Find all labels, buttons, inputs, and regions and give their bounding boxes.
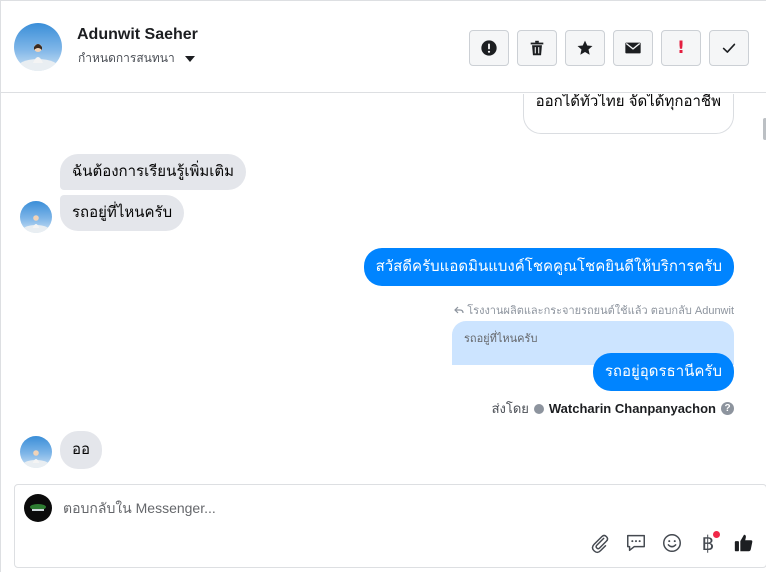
conversation-header: Adunwit Saeher กำหนดการสนทนา ! xyxy=(1,1,766,93)
inbox-conversation-panel: Adunwit Saeher กำหนดการสนทนา ! ออกได้ทั่… xyxy=(0,0,766,572)
contact-avatar[interactable] xyxy=(14,23,62,71)
caret-down-icon xyxy=(184,55,195,62)
alert-circle-icon xyxy=(481,40,497,56)
reply-input[interactable] xyxy=(63,495,743,521)
help-icon[interactable]: ? xyxy=(721,402,734,415)
emoji-button[interactable] xyxy=(660,531,684,555)
sent-by-line: ส่งโดย Watcharin Chanpanyachon ? xyxy=(492,398,734,419)
contact-name[interactable]: Adunwit Saeher xyxy=(77,26,198,44)
reply-context-meta: โรงงานผลิตและกระจายรถยนต์ใช้แล้ว ตอบกลับ… xyxy=(454,301,734,319)
header-actions: ! xyxy=(469,30,749,66)
notification-dot xyxy=(713,531,720,538)
saved-replies-button[interactable] xyxy=(624,531,648,555)
mark-done-button[interactable] xyxy=(709,30,749,66)
checkmark-icon xyxy=(722,43,736,53)
delete-button[interactable] xyxy=(517,30,557,66)
reply-arrow-icon xyxy=(454,306,464,314)
thumbs-up-icon xyxy=(734,534,753,552)
mark-unread-button[interactable] xyxy=(613,30,653,66)
follow-up-button[interactable]: ! xyxy=(661,30,701,66)
payment-button[interactable]: ฿ xyxy=(696,531,720,555)
message-bubble-incoming[interactable]: ออ xyxy=(60,431,103,469)
sent-by-name[interactable]: Watcharin Chanpanyachon xyxy=(549,401,716,416)
assign-conversation-dropdown[interactable]: กำหนดการสนทนา xyxy=(78,49,195,68)
trash-icon xyxy=(530,40,544,56)
contact-avatar-small xyxy=(20,201,52,233)
saved-reply-icon xyxy=(627,534,645,552)
page-avatar xyxy=(24,494,52,522)
message-bubble-incoming[interactable]: ฉันต้องการเรียนรู้เพิ่มเติม xyxy=(60,154,247,190)
message-bubble-outgoing[interactable]: รถอยู่อุดรธานีครับ xyxy=(592,353,734,391)
exclamation-icon: ! xyxy=(677,38,685,58)
star-button[interactable] xyxy=(565,30,605,66)
like-button[interactable] xyxy=(732,531,756,555)
contact-avatar-small xyxy=(20,436,52,468)
paperclip-icon xyxy=(591,534,609,554)
star-icon xyxy=(577,40,593,55)
composer-tools: ฿ xyxy=(588,531,756,555)
message-thread[interactable]: ออกได้ทั่วไทย จัดได้ทุกอาชีพ ฉันต้องการเ… xyxy=(1,94,766,482)
reply-context-text: โรงงานผลิตและกระจายรถยนต์ใช้แล้ว ตอบกลับ… xyxy=(467,305,734,317)
sent-by-prefix: ส่งโดย xyxy=(491,401,529,416)
message-bubble-incoming[interactable]: รถอยู่ที่ไหนครับ xyxy=(60,195,185,231)
attach-file-button[interactable] xyxy=(588,531,612,555)
envelope-icon xyxy=(625,42,641,54)
quoted-message-text: รถอยู่ที่ไหนครับ xyxy=(464,333,538,345)
assign-conversation-label: กำหนดการสนทนา xyxy=(78,51,175,65)
message-composer: ฿ xyxy=(14,484,766,568)
message-bubble-outgoing[interactable]: สวัสดีครับแอดมินแบงค์โชคคูณโชคยินดีให้บร… xyxy=(363,248,734,286)
message-bubble-outgoing[interactable]: ออกได้ทั่วไทย จัดได้ทุกอาชีพ xyxy=(522,94,734,134)
mark-spam-button[interactable] xyxy=(469,30,509,66)
emoji-icon xyxy=(663,534,681,552)
verified-check-icon xyxy=(533,403,544,414)
